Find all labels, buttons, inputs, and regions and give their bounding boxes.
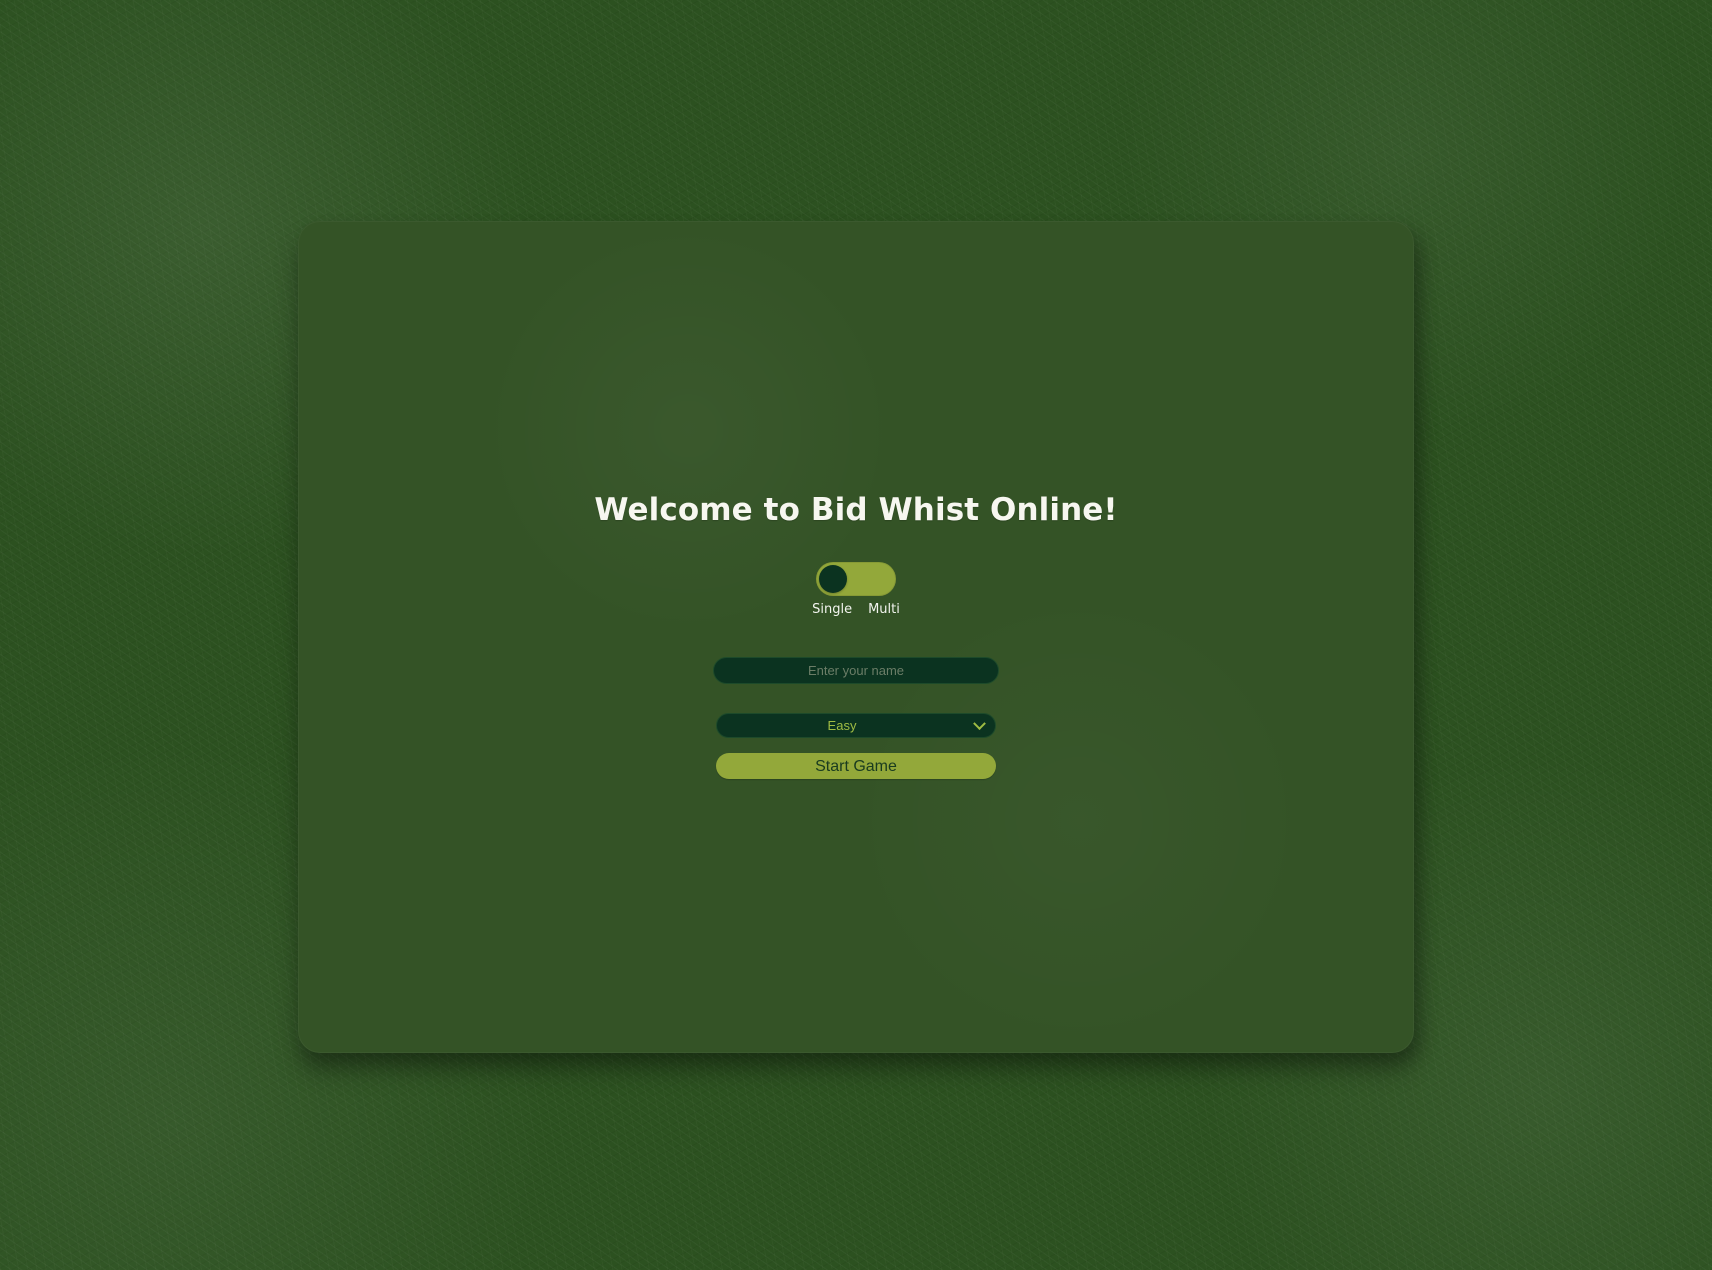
start-game-button[interactable]: Start Game [716,752,996,779]
welcome-panel: Welcome to Bid Whist Online! Single Mult… [298,221,1414,1053]
mode-labels: Single Multi [812,601,900,617]
welcome-content: Welcome to Bid Whist Online! Single Mult… [298,492,1414,779]
mode-toggle[interactable] [816,561,896,596]
mode-switch-group: Single Multi [812,561,900,617]
mode-multi-label: Multi [868,601,900,617]
page-title: Welcome to Bid Whist Online! [594,492,1118,528]
difficulty-select[interactable]: Easy [716,712,996,738]
difficulty-select-wrap: Easy [716,712,996,738]
mode-toggle-knob [819,564,847,593]
player-name-input[interactable] [713,656,999,684]
mode-single-label: Single [812,601,853,617]
